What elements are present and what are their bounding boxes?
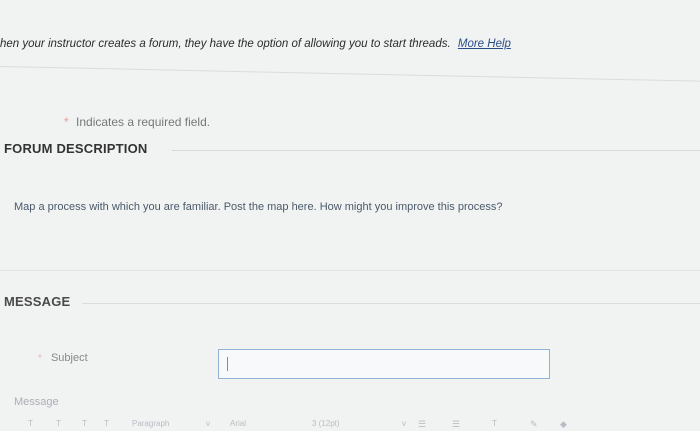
paragraph-select[interactable]: Paragraph: [132, 419, 169, 428]
eraser-icon[interactable]: ◆: [560, 419, 567, 430]
subject-label-text: Subject: [50, 352, 88, 364]
numbered-list-icon[interactable]: ☰: [452, 419, 460, 430]
italic-button[interactable]: T: [56, 419, 61, 428]
forum-description-title: FORUM DESCRIPTION: [4, 141, 148, 156]
message-label: Message: [14, 396, 59, 408]
size-chevron-icon: v: [402, 419, 406, 428]
underline-button[interactable]: T: [82, 419, 87, 428]
strikethrough-button[interactable]: T: [104, 419, 109, 428]
more-help-link[interactable]: More Help: [458, 38, 511, 50]
paragraph-chevron-icon: v: [206, 419, 210, 428]
font-select[interactable]: Arial: [230, 419, 246, 428]
required-note-text: Indicates a required field.: [76, 115, 211, 129]
bold-button[interactable]: T: [28, 419, 33, 428]
text-caret: [227, 357, 228, 371]
divider: [82, 303, 700, 304]
intro-text: hen your instructor creates a forum, the…: [0, 38, 451, 50]
required-star-icon: *: [38, 353, 42, 364]
divider: [172, 150, 700, 151]
subject-label: * Subject: [38, 352, 88, 364]
subject-input[interactable]: [218, 349, 550, 379]
required-field-note: * Indicates a required field.: [64, 115, 210, 129]
message-section-title: MESSAGE: [4, 294, 71, 309]
size-select[interactable]: 3 (12pt): [312, 419, 340, 428]
bullet-list-icon[interactable]: ☰: [418, 419, 426, 430]
divider: [0, 66, 700, 82]
divider: [0, 270, 700, 271]
editor-toolbar: T T T T Paragraph v Arial 3 (12pt) v ☰ ☰…: [0, 416, 700, 431]
required-star-icon: *: [64, 115, 69, 129]
forum-description-text: Map a process with which you are familia…: [14, 201, 503, 213]
intro-text-row: hen your instructor creates a forum, the…: [0, 38, 511, 50]
text-color-button[interactable]: T: [492, 419, 497, 428]
highlight-icon[interactable]: ✎: [530, 419, 538, 430]
